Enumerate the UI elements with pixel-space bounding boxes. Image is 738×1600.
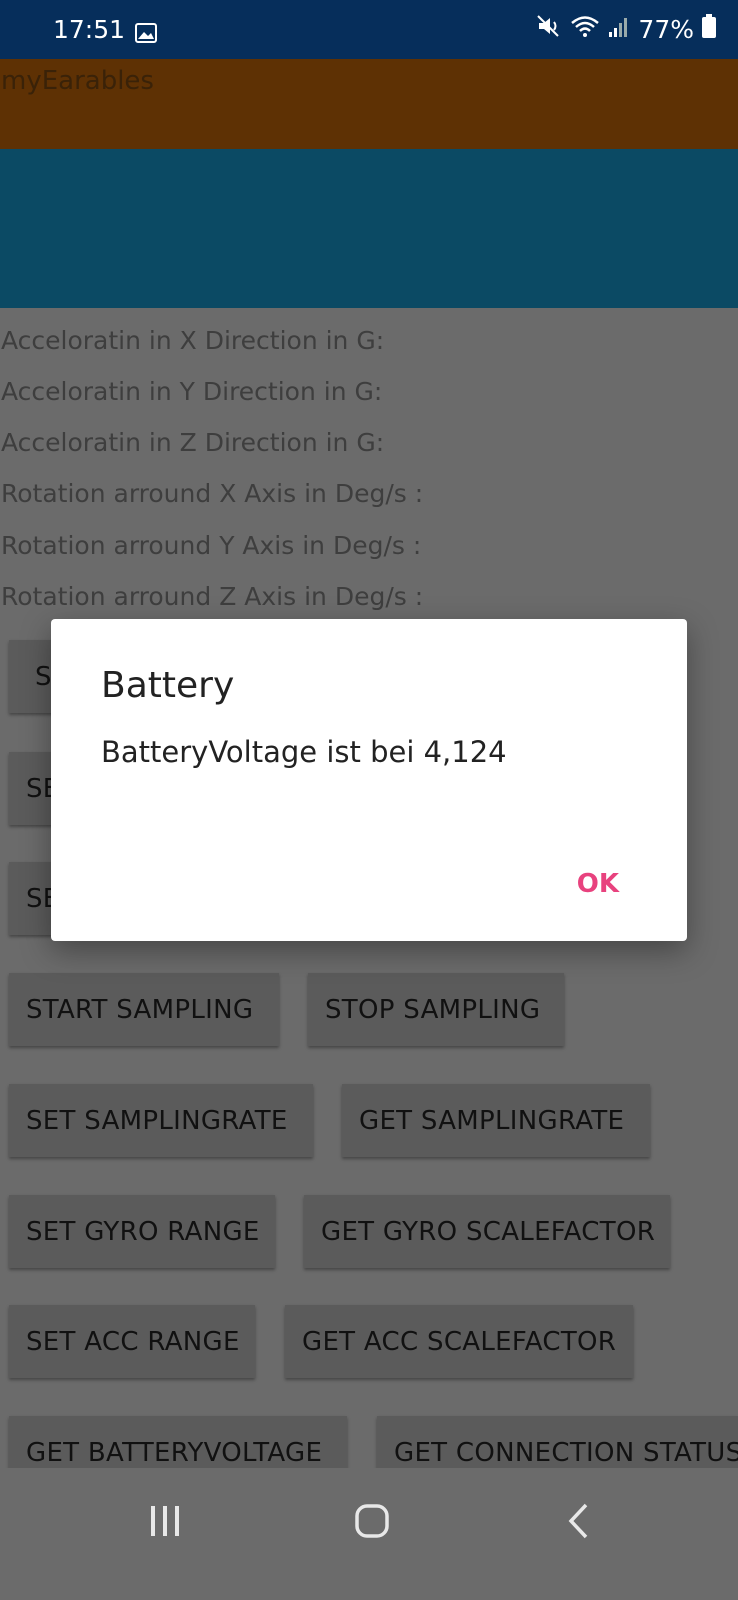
rot-z-label: Rotation arround Z Axis in Deg/s : xyxy=(1,582,424,611)
set-gyro-range-button[interactable]: SET GYRO RANGE xyxy=(9,1195,275,1268)
set-samplingrate-button[interactable]: SET SAMPLINGRATE xyxy=(9,1084,313,1157)
home-icon[interactable] xyxy=(354,1503,390,1543)
button-label: SET SAMPLINGRATE xyxy=(26,1105,288,1136)
stop-sampling-button[interactable]: STOP SAMPLING xyxy=(308,973,564,1046)
rot-y-label: Rotation arround Y Axis in Deg/s : xyxy=(1,531,422,560)
app-title: myEarables xyxy=(1,66,154,96)
battery-icon xyxy=(702,14,716,44)
button-label: STOP SAMPLING xyxy=(325,994,541,1025)
button-label: GET ACC SCALEFACTOR xyxy=(302,1326,617,1357)
button-label: SET GYRO RANGE xyxy=(26,1216,260,1247)
acc-y-label: Acceloratin in Y Direction in G: xyxy=(1,377,383,406)
button-label: GET CONNECTION STATUS xyxy=(394,1437,738,1468)
get-acc-scalefactor-button[interactable]: GET ACC SCALEFACTOR xyxy=(285,1305,633,1378)
wifi-icon xyxy=(570,14,600,44)
acc-x-label: Acceloratin in X Direction in G: xyxy=(1,326,385,355)
recent-apps-icon[interactable] xyxy=(148,1504,182,1542)
battery-dialog: Battery BatteryVoltage ist bei 4,124 OK xyxy=(51,619,687,941)
button-label: GET BATTERYVOLTAGE xyxy=(26,1437,323,1468)
app-banner xyxy=(0,149,738,308)
button-label: SET ACC RANGE xyxy=(26,1326,240,1357)
dialog-title: Battery xyxy=(101,665,235,706)
navigation-bar xyxy=(0,1468,738,1600)
mute-icon xyxy=(536,14,562,44)
status-time: 17:51 xyxy=(53,15,126,44)
get-gyro-scalefactor-button[interactable]: GET GYRO SCALEFACTOR xyxy=(304,1195,670,1268)
status-bar: 17:51 77% xyxy=(0,0,738,59)
ok-button[interactable]: OK xyxy=(577,869,619,899)
button-label: GET SAMPLINGRATE xyxy=(359,1105,625,1136)
button-label: S xyxy=(35,661,52,692)
dialog-message: BatteryVoltage ist bei 4,124 xyxy=(101,735,507,769)
battery-percent: 77% xyxy=(638,14,694,44)
set-acc-range-button[interactable]: SET ACC RANGE xyxy=(9,1305,255,1378)
start-sampling-button[interactable]: START SAMPLING xyxy=(9,973,279,1046)
status-icons: 77% xyxy=(536,14,716,44)
app-title-bar: myEarables xyxy=(0,59,738,149)
get-samplingrate-button[interactable]: GET SAMPLINGRATE xyxy=(342,1084,650,1157)
button-label: START SAMPLING xyxy=(26,994,254,1025)
signal-icon xyxy=(608,15,630,44)
acc-z-label: Acceloratin in Z Direction in G: xyxy=(1,428,385,457)
back-icon[interactable] xyxy=(566,1502,590,1544)
image-icon xyxy=(135,20,157,49)
rot-x-label: Rotation arround X Axis in Deg/s : xyxy=(1,479,424,508)
button-label: GET GYRO SCALEFACTOR xyxy=(321,1216,656,1247)
